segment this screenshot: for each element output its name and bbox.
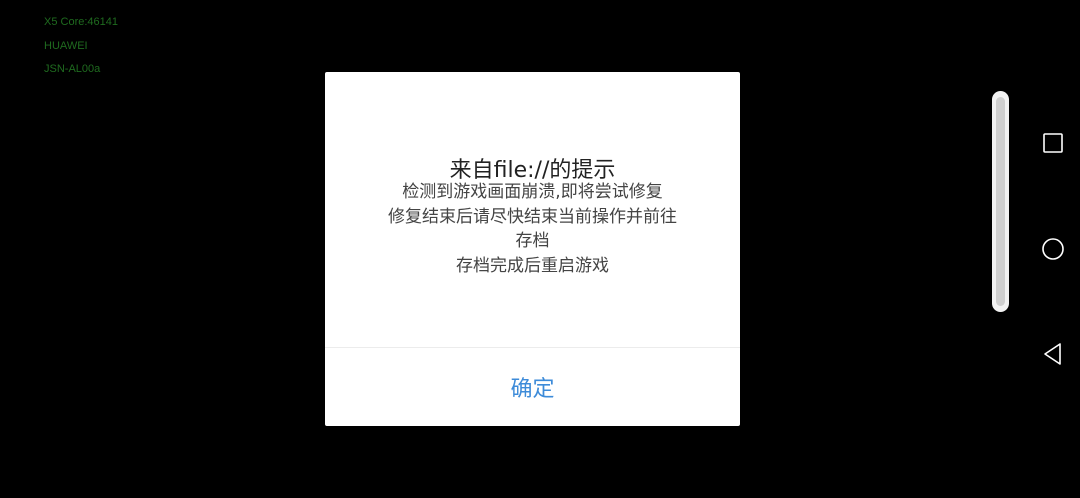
debug-core-version: X5 Core:46141 bbox=[44, 16, 118, 28]
dialog-message-line: 存档完成后重启游戏 bbox=[456, 255, 609, 276]
dialog-message-line: 检测到游戏画面崩溃,即将尝试修复 bbox=[402, 182, 663, 202]
screen: X5 Core:46141 HUAWEI JSN-AL00a 来自file://… bbox=[0, 0, 1080, 498]
recent-apps-button[interactable] bbox=[1040, 130, 1066, 156]
scrollbar-thumb[interactable] bbox=[996, 97, 1005, 306]
dialog-message: 检测到游戏画面崩溃,即将尝试修复 修复结束后请尽快结束当前操作并前往 存档 存档… bbox=[345, 180, 720, 278]
circle-home-icon bbox=[1042, 238, 1064, 260]
square-recent-apps-icon bbox=[1043, 133, 1063, 153]
home-button[interactable] bbox=[1040, 236, 1066, 262]
alert-dialog: 来自file://的提示 检测到游戏画面崩溃,即将尝试修复 修复结束后请尽快结束… bbox=[325, 72, 740, 426]
dialog-message-line: 存档 bbox=[515, 231, 550, 251]
back-button[interactable] bbox=[1040, 341, 1066, 367]
debug-device-brand: HUAWEI bbox=[44, 39, 88, 52]
debug-overlay: X5 Core:46141 HUAWEI JSN-AL00a bbox=[44, 11, 118, 82]
dialog-message-line: 修复结束后请尽快结束当前操作并前往 bbox=[388, 206, 677, 227]
triangle-back-icon bbox=[1044, 343, 1061, 365]
debug-device-model: JSN-AL00a bbox=[44, 63, 101, 75]
scrollbar[interactable] bbox=[992, 91, 1009, 312]
confirm-button[interactable]: 确定 bbox=[325, 348, 740, 426]
